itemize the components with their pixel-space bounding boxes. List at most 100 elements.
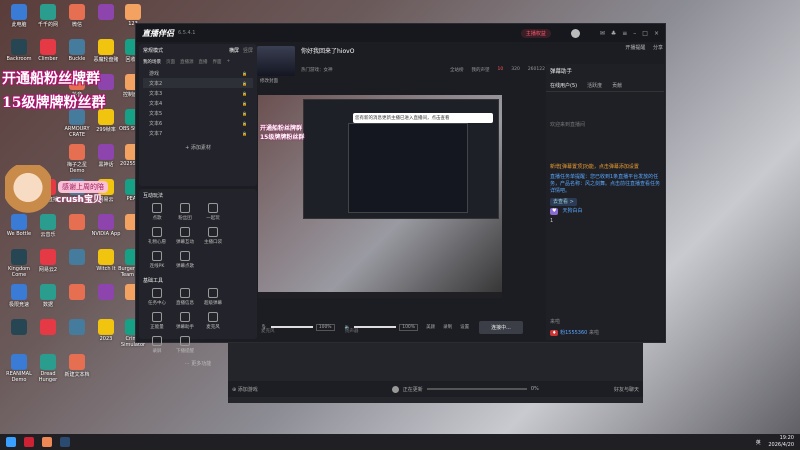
tab-activity[interactable]: 活跃度 — [587, 82, 602, 89]
tools-button[interactable]: 正能量 — [143, 312, 171, 330]
desktop-icon[interactable]: 极限竞速 — [4, 284, 34, 308]
desktop-icon[interactable]: 黑神话 — [91, 144, 121, 168]
desktop-icon[interactable]: NVIDIA App — [91, 214, 121, 237]
scene-item[interactable]: 游戏 🔒 — [143, 68, 253, 78]
desktop-icon[interactable] — [62, 249, 92, 266]
scene-item[interactable]: 文本5 🔒 — [143, 108, 253, 118]
tools-button[interactable]: 超级弹幕 — [199, 288, 227, 306]
tools-button[interactable]: 录屏 — [143, 336, 171, 354]
desktop-icon[interactable]: 千千的网 — [33, 4, 63, 28]
tools-button[interactable]: 弹幕助手 — [171, 312, 199, 330]
desktop-icon[interactable] — [33, 319, 63, 336]
desktop-icon[interactable] — [4, 319, 34, 336]
stream-preview[interactable]: 您有新的消息更新主播已进入直播间，点击查看 开通船粉丝牌群 15级牌牌粉丝群 — [258, 95, 502, 298]
desktop-icon[interactable]: 云音乐 — [33, 214, 63, 238]
steam-taskbar-icon[interactable] — [60, 437, 70, 447]
tools-button[interactable]: 下播提醒 — [171, 336, 199, 354]
interactions-button[interactable]: 主播口袋 — [199, 227, 227, 245]
friends-button[interactable]: 好友与聊天 — [614, 386, 639, 393]
beauty-button[interactable]: 美颜 — [426, 324, 435, 330]
desktop-icon[interactable]: 2023 — [91, 319, 121, 342]
lock-icon[interactable]: 🔒 — [242, 101, 247, 106]
clock-time[interactable]: 19:20 — [768, 435, 794, 442]
scene-item[interactable]: 文本3 🔒 — [143, 88, 253, 98]
desktop-icon[interactable]: 数据 — [33, 284, 63, 308]
desktop-icon[interactable]: 梅子之星 Demo — [62, 144, 92, 174]
speaker-slider[interactable] — [354, 326, 397, 328]
lock-icon[interactable]: 🔒 — [242, 71, 247, 76]
interactions-button[interactable]: 弹幕点歌 — [171, 251, 199, 269]
interactions-button[interactable]: 点歌 — [143, 203, 171, 221]
lock-icon[interactable]: 🔒 — [242, 91, 247, 96]
scene-tab-1[interactable]: 页面 — [166, 59, 175, 65]
bottom-user[interactable]: 粉1555360 — [560, 330, 587, 336]
avatar[interactable] — [570, 28, 580, 38]
desktop-icon[interactable] — [62, 319, 92, 336]
settings-button[interactable]: 设置 — [460, 324, 469, 330]
stream-cover[interactable]: 修改封面 — [257, 46, 295, 84]
scene-tab-2[interactable]: 直播源 — [180, 59, 194, 65]
menu-icon[interactable]: ≡ — [622, 30, 627, 37]
scene-item[interactable]: 文本4 🔒 — [143, 98, 253, 108]
add-scene-icon[interactable]: + — [227, 59, 231, 65]
fame-stat[interactable]: 我的声望 — [471, 67, 489, 73]
desktop-icon[interactable]: Backroom — [4, 39, 34, 62]
desktop-icon[interactable]: 此电脑 — [4, 4, 34, 28]
tools-button[interactable]: 直播信息 — [171, 288, 199, 306]
desktop-icon[interactable]: Kingdom Come — [4, 249, 34, 278]
desktop-icon[interactable]: Climber — [33, 39, 63, 62]
lock-icon[interactable]: 🔒 — [242, 111, 247, 116]
start-live-button[interactable]: 连接中... — [479, 320, 523, 334]
view-task-button[interactable]: 去查看 > — [550, 198, 577, 206]
interactions-button[interactable]: 礼物心愿 — [143, 227, 171, 245]
desktop-icon[interactable]: Dread Hunger — [33, 354, 63, 383]
interactions-button[interactable]: 连线PK — [143, 251, 171, 269]
tab-portrait[interactable]: 竖屏 — [243, 48, 253, 54]
interactions-button[interactable]: 一起玩 — [199, 203, 227, 221]
share-button[interactable]: 分享 — [653, 45, 663, 51]
desktop-icon[interactable]: 299帧率 — [91, 109, 121, 133]
windows-start-icon[interactable] — [6, 437, 16, 447]
desktop-icon[interactable]: Buckle — [62, 39, 92, 62]
record-button[interactable]: 录制 — [443, 324, 452, 330]
interactions-button[interactable]: 粉丝团 — [171, 203, 199, 221]
desktop-icon[interactable] — [91, 284, 121, 301]
rank-stat[interactable]: 全站榜 — [450, 67, 464, 73]
stream-title[interactable]: 你好我回来了hiovO — [301, 46, 545, 55]
scene-item[interactable]: 文本2 🔒 — [143, 78, 253, 88]
lock-icon[interactable]: 🔒 — [242, 81, 247, 86]
category-label[interactable]: 热门游戏：女神 — [301, 67, 333, 73]
scene-item[interactable]: 文本7 🔒 — [143, 128, 253, 138]
mic-slider[interactable] — [270, 326, 313, 328]
maximize-icon[interactable]: □ — [642, 30, 648, 37]
desktop-icon[interactable]: We Bottle — [4, 214, 34, 237]
scene-tab-4[interactable]: 界面 — [213, 59, 222, 65]
tools-button[interactable]: 任务中心 — [143, 288, 171, 306]
add-source-button[interactable]: + 添加素材 — [143, 144, 253, 151]
desktop-icon[interactable]: 恶魔轮盘赌 — [91, 39, 121, 63]
desktop-icon[interactable]: REANIMAL Demo — [4, 354, 34, 383]
gift-icon[interactable]: ♣ — [611, 30, 616, 37]
add-game-button[interactable]: ⊕ 添加游戏 — [232, 386, 258, 393]
message-icon[interactable]: ✉ — [600, 30, 605, 37]
tab-online-users[interactable]: 在线用户(5) — [550, 82, 577, 89]
input-lang[interactable]: 英 — [756, 440, 761, 446]
desktop-icon[interactable]: 微信 — [62, 4, 92, 28]
desktop-icon[interactable]: Witch It — [91, 249, 121, 272]
close-icon[interactable]: × — [654, 30, 659, 37]
lock-icon[interactable]: 🔒 — [242, 131, 247, 136]
tab-contribution[interactable]: 贡献 — [612, 82, 622, 89]
clock-date[interactable]: 2026/4/20 — [768, 442, 794, 449]
scene-tab-3[interactable]: 直播 — [199, 59, 208, 65]
minimize-icon[interactable]: – — [633, 30, 636, 37]
scene-item[interactable]: 文本6 🔒 — [143, 118, 253, 128]
live-reminder[interactable]: 开播提醒 — [625, 45, 645, 51]
desktop-icon[interactable]: 网易云2 — [33, 249, 63, 273]
taskbar-app-2-icon[interactable] — [42, 437, 52, 447]
taskbar-app-1-icon[interactable] — [24, 437, 34, 447]
lock-icon[interactable]: 🔒 — [242, 121, 247, 126]
scene-tab-0[interactable]: 我的场景 — [143, 59, 161, 65]
interactions-button[interactable]: 弹幕互动 — [171, 227, 199, 245]
desktop-icon[interactable] — [62, 214, 92, 231]
tab-landscape[interactable]: 横屏 — [229, 48, 239, 54]
